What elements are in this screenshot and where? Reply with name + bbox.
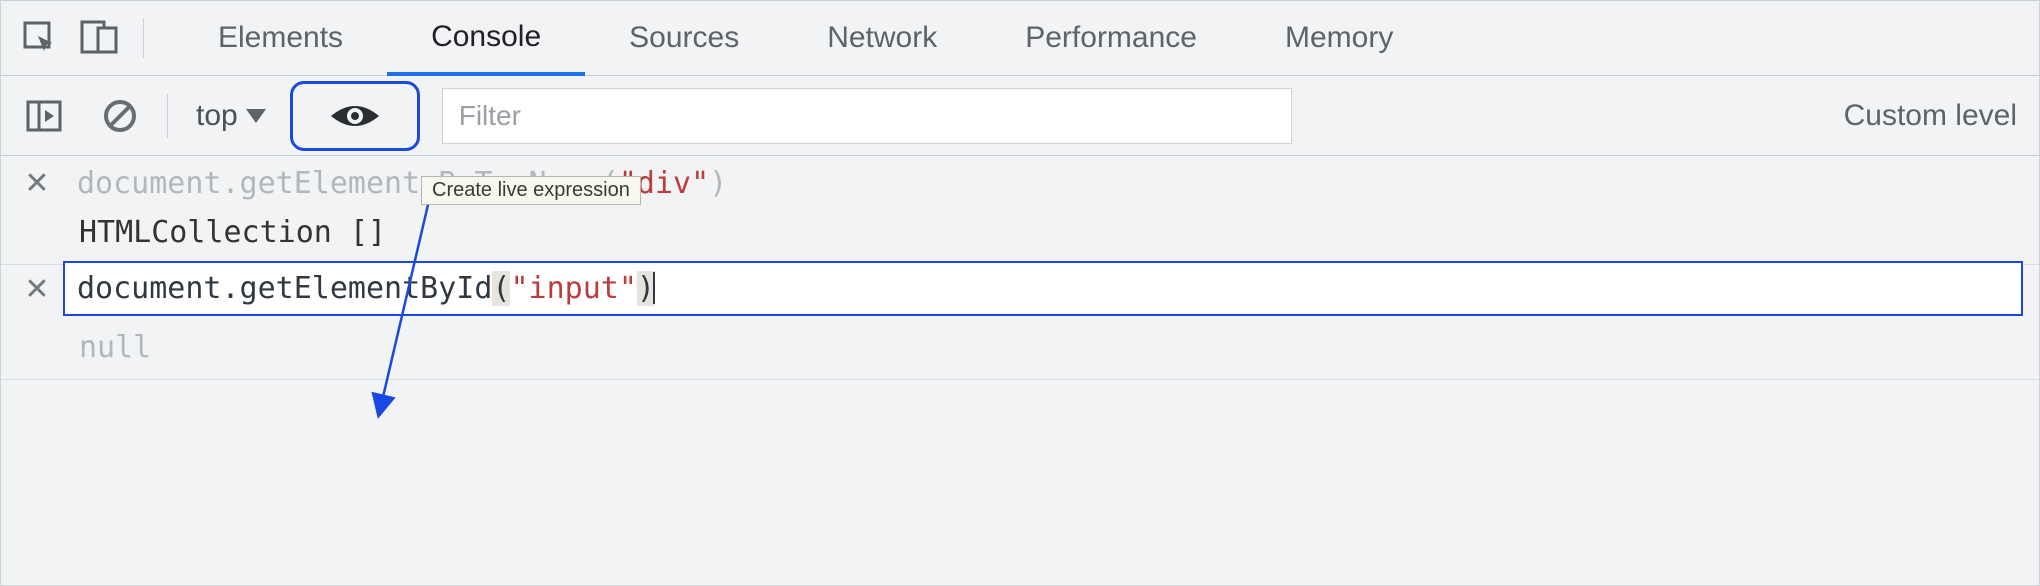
console-toolbar: top Custom level Create live expression: [1, 76, 2039, 156]
text-caret: [653, 272, 655, 304]
tab-console[interactable]: Console: [387, 1, 585, 76]
context-label: top: [196, 99, 238, 133]
live-expressions-area: ✕ document.getElementsByTagName("div") H…: [1, 156, 2039, 380]
expression-result: null: [1, 330, 2039, 365]
sidebar-toggle-icon[interactable]: [19, 91, 69, 141]
live-expression-button[interactable]: [290, 81, 420, 151]
close-icon[interactable]: ✕: [17, 169, 57, 199]
tab-sources[interactable]: Sources: [585, 1, 783, 76]
separator: [143, 18, 144, 58]
eye-icon: [327, 98, 383, 134]
tab-elements[interactable]: Elements: [174, 1, 387, 76]
expression-editor[interactable]: document.getElementById("input"): [63, 261, 2023, 316]
filter-input[interactable]: [442, 88, 1292, 144]
inspect-icon[interactable]: [15, 13, 65, 63]
close-icon[interactable]: ✕: [17, 275, 57, 305]
live-expression-row: ✕ document.getElementById("input") null: [1, 265, 2039, 380]
live-expression-row: ✕ document.getElementsByTagName("div") H…: [1, 156, 2039, 265]
separator: [167, 94, 168, 138]
tab-performance[interactable]: Performance: [981, 1, 1241, 76]
tab-memory[interactable]: Memory: [1241, 1, 1437, 76]
chevron-down-icon: [246, 109, 266, 123]
context-selector[interactable]: top: [190, 99, 272, 133]
device-toggle-icon[interactable]: [75, 13, 125, 63]
main-tabbar: Elements Console Sources Network Perform…: [1, 1, 2039, 76]
tab-network[interactable]: Network: [783, 1, 981, 76]
expression-result: HTMLCollection []: [1, 215, 2039, 250]
log-levels-dropdown[interactable]: Custom level: [1844, 99, 2021, 133]
clear-console-icon[interactable]: [95, 91, 145, 141]
tooltip-live-expression: Create live expression: [421, 176, 641, 205]
